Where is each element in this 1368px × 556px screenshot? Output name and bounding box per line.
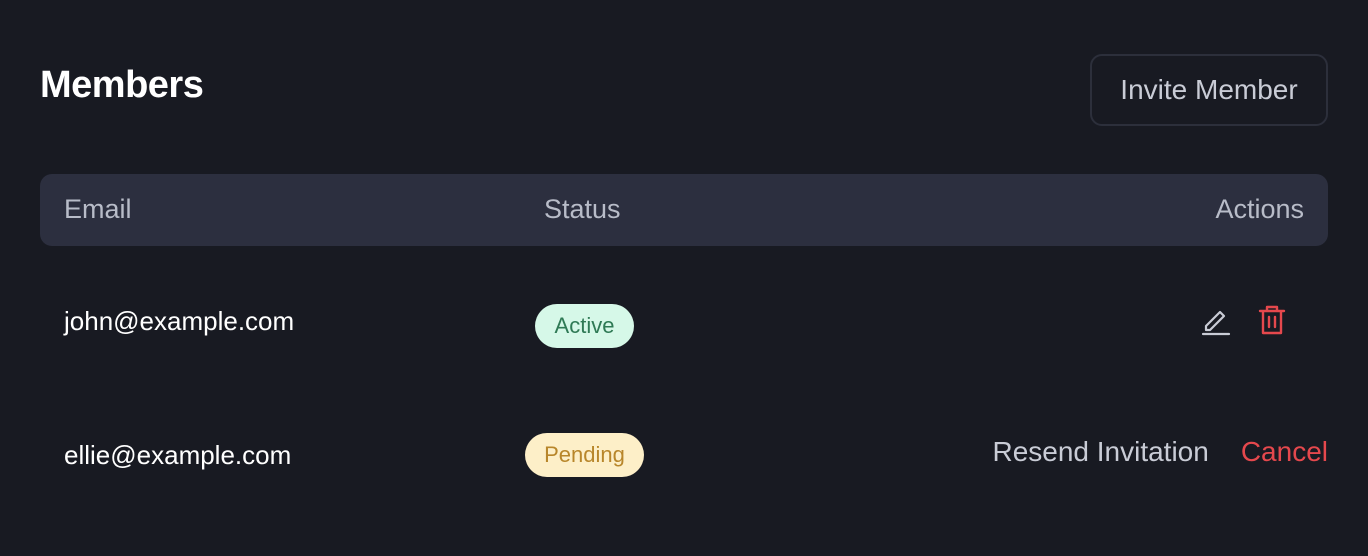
members-page: Members Invite Member Email Status Actio… — [0, 0, 1368, 556]
delete-button[interactable] — [1252, 300, 1292, 340]
cancel-invitation-button[interactable]: Cancel — [1241, 436, 1328, 468]
members-table: Email Status Actions john@example.com Ac… — [40, 174, 1328, 374]
table-row: john@example.com Active — [40, 270, 1328, 374]
trash-icon — [1258, 305, 1286, 335]
member-email: john@example.com — [64, 306, 295, 336]
edit-button[interactable] — [1196, 300, 1236, 340]
page-title: Members — [40, 64, 204, 106]
member-email: ellie@example.com — [64, 440, 292, 470]
status-badge: Active — [535, 304, 634, 348]
invite-member-button[interactable]: Invite Member — [1090, 54, 1328, 126]
row-actions — [1196, 300, 1292, 340]
resend-invitation-button[interactable]: Resend Invitation — [992, 436, 1208, 468]
row-actions: Resend Invitation Cancel — [992, 436, 1328, 468]
page-header: Members Invite Member — [40, 54, 1328, 126]
column-header-actions: Actions — [1215, 194, 1304, 224]
table-header: Email Status Actions — [40, 174, 1328, 246]
status-badge: Pending — [525, 433, 644, 477]
column-header-email: Email — [64, 194, 132, 224]
pencil-icon — [1201, 310, 1231, 336]
column-header-status: Status — [544, 194, 621, 224]
